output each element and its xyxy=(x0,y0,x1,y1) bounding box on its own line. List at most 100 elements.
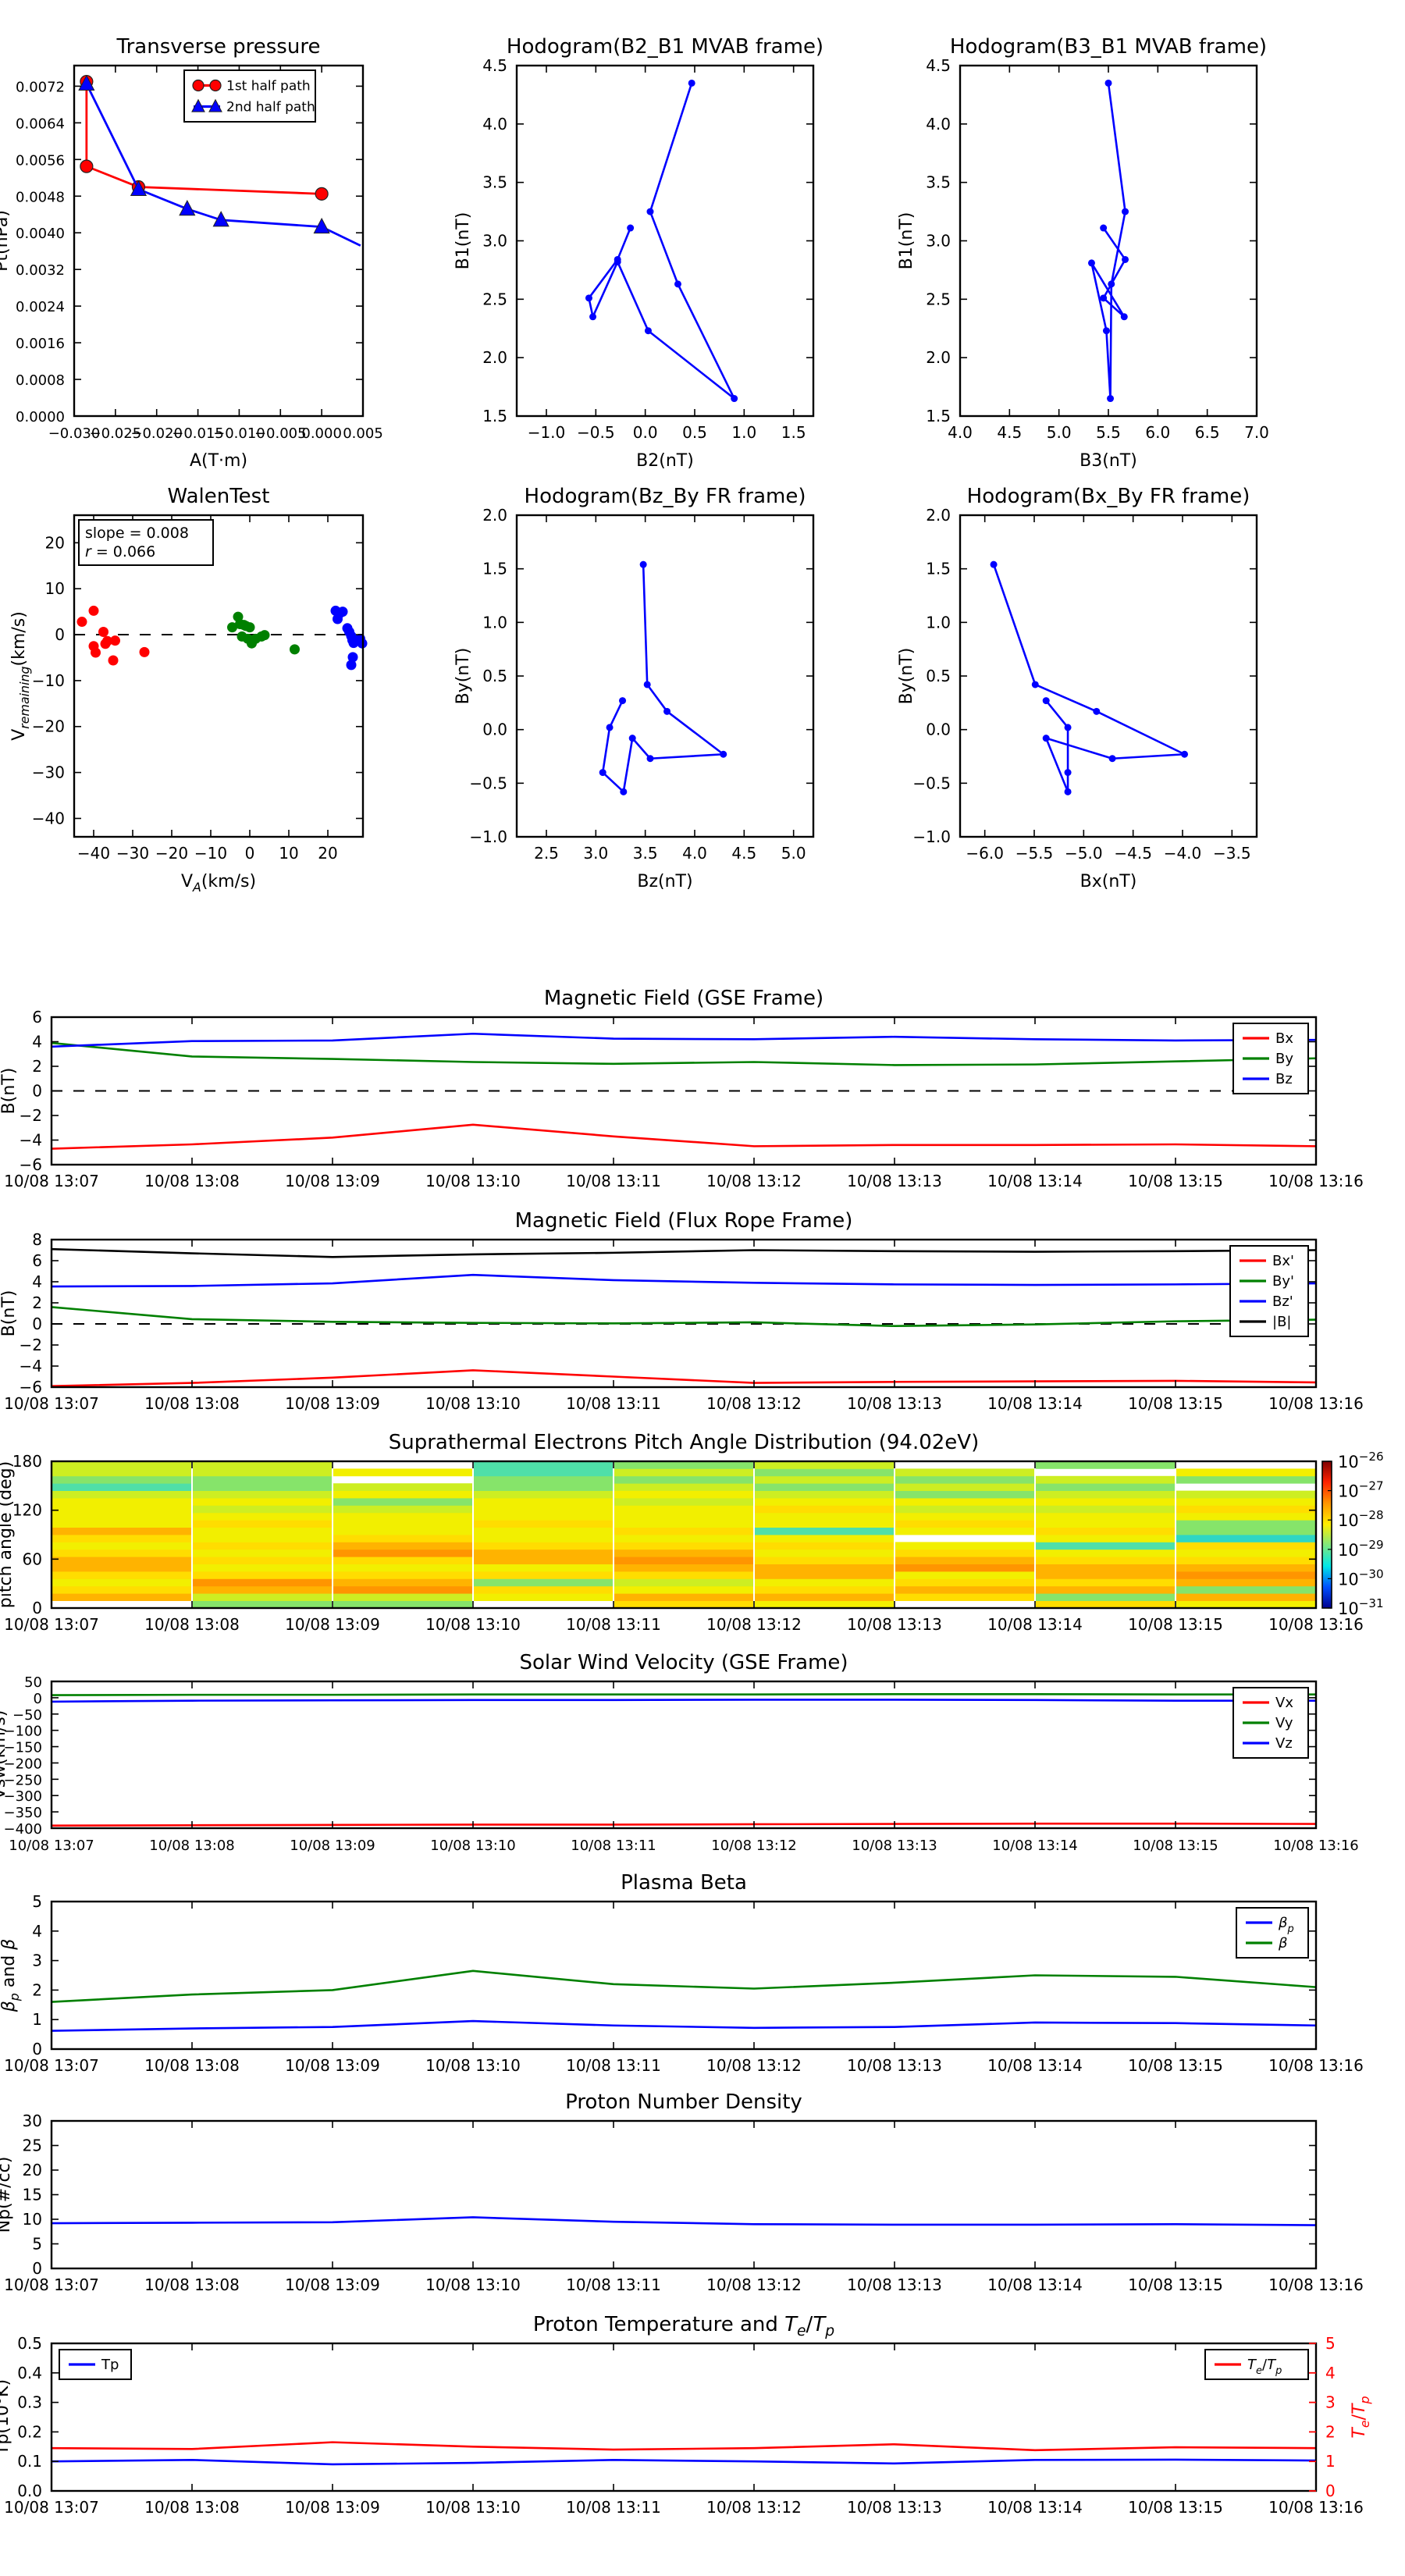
heatmap-cell xyxy=(193,1557,332,1564)
mag-gse-xtick: 10/08 13:07 xyxy=(4,1172,99,1190)
solar-wind-velocity-xtick: 10/08 13:12 xyxy=(711,1838,796,1854)
heatmap-cell xyxy=(52,1498,191,1506)
heatmap-cell xyxy=(333,1571,472,1579)
heatmap-cell xyxy=(474,1535,613,1542)
heatmap-cell xyxy=(614,1483,753,1491)
heatmap-cell xyxy=(333,1498,472,1506)
pad-heatmap-ytick: 0 xyxy=(32,1599,42,1617)
mag-fr-xtick: 10/08 13:07 xyxy=(4,1394,99,1413)
transverse-pressure-ytick: 0.0072 xyxy=(16,79,65,95)
hodogram-bzby-xtick: 5.0 xyxy=(781,844,806,863)
heatmap-cell xyxy=(474,1571,613,1579)
proton-temperature-right-ylabel: Te/Tp xyxy=(1350,2396,1372,2438)
point-marker xyxy=(209,79,222,92)
hodogram-b3b1-ytick: 3.5 xyxy=(926,173,951,192)
proton-number-density-xtick: 10/08 13:16 xyxy=(1268,2275,1364,2294)
point-marker xyxy=(1064,788,1072,795)
hodogram-b2b1-ytick: 3.5 xyxy=(482,173,507,192)
heatmap-cell xyxy=(755,1549,894,1557)
heatmap-cell xyxy=(193,1461,332,1469)
proton-temperature-right-ytick: 1 xyxy=(1325,2452,1336,2471)
heatmap-cell xyxy=(614,1535,753,1542)
heatmap-cell xyxy=(52,1512,191,1521)
mag-gse-xtick: 10/08 13:12 xyxy=(706,1172,802,1190)
point-marker xyxy=(1181,750,1189,758)
transverse-pressure-xtick: −0.005 xyxy=(254,425,307,442)
heatmap-cell xyxy=(333,1483,472,1491)
heatmap-cell xyxy=(193,1468,332,1477)
heatmap-cell xyxy=(614,1475,753,1484)
hodogram-b2b1-ytick: 3.0 xyxy=(482,232,507,251)
heatmap-cell xyxy=(1036,1542,1175,1550)
proton-temperature-legend-label: Tp xyxy=(101,2357,119,2373)
heatmap-cell xyxy=(1036,1593,1175,1601)
proton-number-density-ytick: 30 xyxy=(23,2112,42,2130)
point-marker xyxy=(644,327,652,335)
solar-wind-velocity-ytick: −400 xyxy=(4,1821,42,1838)
heatmap-cell xyxy=(52,1593,191,1601)
heatmap-cell xyxy=(755,1483,894,1491)
hodogram-bzby-xlabel: Bz(nT) xyxy=(637,872,692,891)
heatmap-cell xyxy=(52,1483,191,1491)
hodogram-b3b1-ytick: 1.5 xyxy=(926,407,951,425)
mag-gse-ytick: −2 xyxy=(20,1106,42,1125)
point-marker xyxy=(614,255,621,263)
proton-temperature-xtick: 10/08 13:16 xyxy=(1268,2498,1364,2517)
point-marker xyxy=(346,660,357,671)
hodogram-bzby-xtick: 2.5 xyxy=(534,844,559,863)
heatmap-cell xyxy=(1036,1564,1175,1572)
mag-gse-xtick: 10/08 13:08 xyxy=(144,1172,240,1190)
mag-gse-chart: Magnetic Field (GSE Frame) 10/08 13:07 10/… xyxy=(0,987,1364,1190)
hodogram-b2b1-xtick: 1.5 xyxy=(781,423,806,442)
proton-temperature-ytick: 0.1 xyxy=(17,2452,42,2471)
heatmap-cell xyxy=(895,1490,1034,1499)
heatmap-cell xyxy=(193,1542,332,1550)
heatmap-cell xyxy=(895,1498,1034,1506)
heatmap-cell xyxy=(1176,1564,1315,1572)
point-marker xyxy=(674,280,681,288)
point-marker xyxy=(91,647,101,658)
solar-wind-velocity-ytick: 0 xyxy=(34,1691,42,1707)
point-marker xyxy=(720,750,727,758)
mag-gse-xtick: 10/08 13:16 xyxy=(1268,1172,1364,1190)
hodogram-bzby-xtick: 3.0 xyxy=(583,844,608,863)
hodogram-b2b1-ytick: 4.5 xyxy=(482,56,507,75)
mag-gse-ytick: 0 xyxy=(32,1082,42,1101)
hodogram-b2b1-xtick: 0.5 xyxy=(682,423,707,442)
series-Vy xyxy=(51,1692,1316,1696)
solar-wind-velocity-xtick: 10/08 13:07 xyxy=(9,1838,94,1854)
point-marker xyxy=(315,187,329,201)
pad-heatmap-xtick: 10/08 13:14 xyxy=(987,1615,1083,1634)
proton-temperature-xtick: 10/08 13:11 xyxy=(566,2498,661,2517)
heatmap-cell xyxy=(1176,1542,1315,1550)
transverse-pressure-xtick: 0.000 xyxy=(301,425,342,442)
hodogram-b3b1-ytick: 2.0 xyxy=(926,348,951,367)
solar-wind-velocity-xtick: 10/08 13:08 xyxy=(149,1838,234,1854)
proton-number-density-ylabel: Np(#/cc) xyxy=(0,2157,14,2233)
solar-wind-velocity-ylabel: Vsw(km/s) xyxy=(0,1710,9,1800)
pad-heatmap-xtick: 10/08 13:13 xyxy=(847,1615,942,1634)
point-marker xyxy=(1031,681,1039,688)
heatmap-cell xyxy=(1176,1593,1315,1601)
mag-gse-xtick: 10/08 13:10 xyxy=(425,1172,521,1190)
heatmap-cell xyxy=(474,1564,613,1572)
mag-fr-xtick: 10/08 13:08 xyxy=(144,1394,240,1413)
hodogram-bzby-xtick: 4.5 xyxy=(731,844,756,863)
heatmap-cell xyxy=(474,1498,613,1506)
solar-wind-velocity-chart: Solar Wind Velocity (GSE Frame) 10/08 13:… xyxy=(0,1651,1359,1854)
proton-temperature-chart: Proton Temperature and Te/Tp 10/08 13:07 1… xyxy=(0,2313,1372,2517)
pad-heatmap-xtick: 10/08 13:08 xyxy=(144,1615,240,1634)
hodogram-bxby-xtick: −5.0 xyxy=(1065,844,1103,863)
plasma-beta-ytick: 4 xyxy=(32,1922,42,1941)
colorbar-tick: 10−30 xyxy=(1338,1567,1384,1589)
heatmap-cell xyxy=(614,1512,753,1521)
heatmap-cell xyxy=(193,1527,332,1535)
walen-test-xtick: 10 xyxy=(279,844,298,863)
heatmap-cell xyxy=(333,1490,472,1499)
axes-frame xyxy=(515,64,815,418)
heatmap-cell xyxy=(755,1585,894,1594)
pad-heatmap-ytick: 60 xyxy=(23,1550,42,1568)
heatmap-cell xyxy=(474,1585,613,1594)
heatmap-cell xyxy=(1036,1527,1175,1535)
proton-number-density-ytick: 0 xyxy=(32,2259,42,2278)
